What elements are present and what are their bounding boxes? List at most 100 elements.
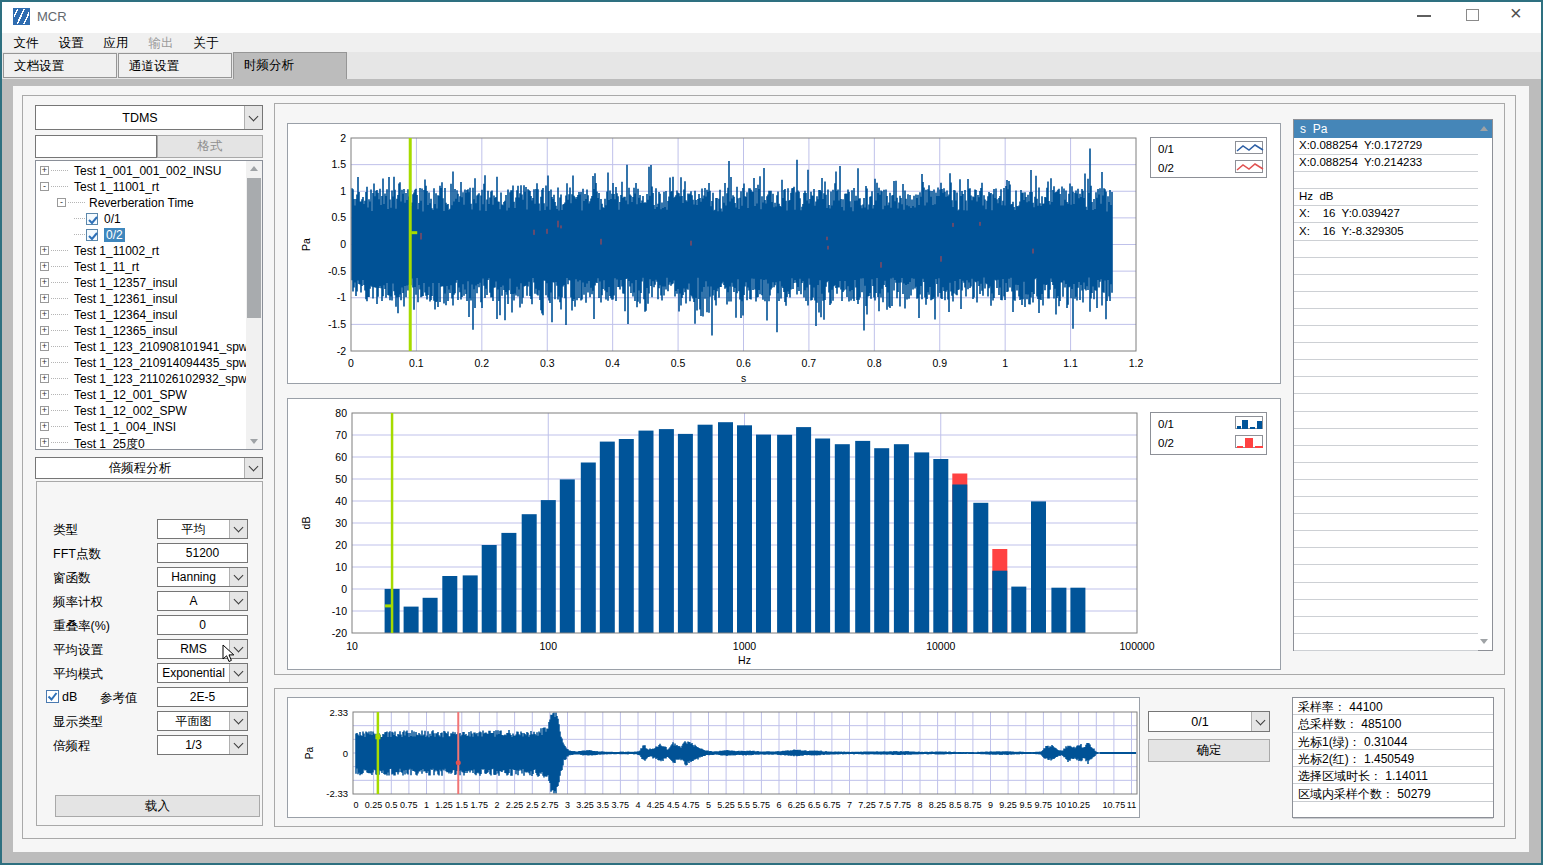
scroll-down-icon[interactable] (1480, 639, 1488, 644)
expand-icon[interactable]: + (40, 422, 49, 431)
expand-icon[interactable]: + (40, 406, 49, 415)
svg-text:1.5: 1.5 (331, 158, 346, 170)
tree-scrollbar[interactable] (246, 161, 262, 449)
chevron-down-icon[interactable] (229, 712, 247, 730)
tab-1[interactable]: 文档设置 (3, 53, 117, 78)
tree-item-label: Test 1_123_211026102932_spw (74, 372, 247, 386)
form-combo-3[interactable]: Hanning (157, 567, 248, 587)
checkbox-checked[interactable] (86, 213, 98, 225)
tree-item[interactable]: -Reverberation Time (36, 195, 246, 211)
cursor-readout-list[interactable]: s Pa X:0.088254 Y:0.172729X:0.088254 Y:0… (1293, 119, 1493, 651)
minimize-button[interactable] (1417, 15, 1431, 17)
expand-icon[interactable]: + (40, 166, 49, 175)
menu-item-1[interactable]: 文件 (6, 35, 46, 52)
readout-row: X:0.088254 Y:0.214233 (1294, 155, 1478, 172)
collapse-icon[interactable]: - (57, 198, 66, 207)
chevron-down-icon[interactable] (229, 568, 247, 586)
tab-2[interactable]: 通道设置 (118, 53, 232, 78)
tree-item[interactable]: +Test 1_123_210914094435_spw (36, 355, 246, 371)
expand-icon[interactable]: + (40, 438, 49, 447)
tree-item[interactable]: +Test 1_12357_insul (36, 275, 246, 291)
expand-icon[interactable]: + (40, 374, 49, 383)
chevron-down-icon[interactable] (229, 736, 247, 754)
svg-text:0: 0 (353, 800, 358, 810)
form-input-8[interactable]: 2E-5 (157, 687, 248, 707)
chevron-down-icon[interactable] (244, 106, 262, 129)
tree-item[interactable]: +Test 1_11002_rt (36, 243, 246, 259)
menu-item-4[interactable]: 输出 (141, 35, 181, 52)
form-combo-10[interactable]: 1/3 (157, 735, 248, 755)
collapse-icon[interactable]: - (40, 182, 49, 191)
tree-item[interactable]: +Test 1_12361_insul (36, 291, 246, 307)
svg-text:0.5: 0.5 (671, 357, 686, 369)
chevron-down-icon[interactable] (1251, 712, 1269, 731)
stats-box: 采样率： 44100总采样数： 485100光标1(绿)： 0.31044光标2… (1292, 697, 1494, 818)
tree-item[interactable]: +Test 1_12_002_SPW (36, 403, 246, 419)
tree-item[interactable]: +Test 1_12364_insul (36, 307, 246, 323)
form-input-2[interactable]: 51200 (157, 543, 248, 563)
tree-item[interactable]: +Test 1_001_001_002_INSU (36, 163, 246, 179)
tab-3[interactable]: 时频分析 (233, 52, 347, 79)
tree-item[interactable]: 0/2 (36, 227, 246, 243)
svg-text:0: 0 (348, 357, 354, 369)
form-input-5[interactable]: 0 (157, 615, 248, 635)
channel-combo[interactable]: 0/1 (1148, 711, 1270, 732)
tree-item-label: Test 1_12365_insul (74, 324, 177, 338)
readout-row: X:0.088254 Y:0.172729 (1294, 138, 1478, 155)
db-checkbox[interactable] (46, 690, 59, 703)
analysis-type-combo[interactable]: 倍频程分析 (35, 457, 263, 479)
menu-item-5[interactable]: 关于 (186, 35, 226, 52)
file-tree[interactable]: +Test 1_001_001_002_INSU-Test 1_11001_rt… (35, 160, 263, 450)
svg-text:1: 1 (340, 185, 346, 197)
tree-item[interactable]: + Test 1_123_211026102932_spw (36, 371, 246, 387)
expand-icon[interactable]: + (40, 278, 49, 287)
tree-item[interactable]: +Test 1_11_rt (36, 259, 246, 275)
readout-row (1294, 343, 1478, 360)
checkbox-checked[interactable] (86, 229, 98, 241)
svg-text:4.5: 4.5 (667, 800, 680, 810)
readout-row (1294, 377, 1478, 394)
readout-row (1294, 583, 1478, 600)
expand-icon[interactable]: + (40, 246, 49, 255)
tree-item[interactable]: -Test 1_11001_rt (36, 179, 246, 195)
confirm-button[interactable]: 确定 (1148, 739, 1270, 762)
menu-item-2[interactable]: 设置 (51, 35, 91, 52)
tree-item[interactable]: + Test 1_12365_insul (36, 323, 246, 339)
chevron-down-icon[interactable] (229, 592, 247, 610)
expand-icon[interactable]: + (40, 262, 49, 271)
svg-text:10000: 10000 (926, 640, 955, 652)
tree-item[interactable]: +Test 1_25度0 (36, 435, 246, 450)
tree-item[interactable]: +Test 1_1_004_INSI (36, 419, 246, 435)
spectrum-chart[interactable]: 1010010001000010000080706050403020100-10… (287, 398, 1281, 670)
form-combo-9[interactable]: 平面图 (157, 711, 248, 731)
overview-chart[interactable]: 00.250.50.7511.251.51.7522.252.52.7533.2… (287, 697, 1140, 818)
svg-text:Pa: Pa (300, 238, 312, 251)
expand-icon[interactable]: + (40, 326, 49, 335)
close-icon[interactable]: × (1510, 2, 1522, 25)
file-format-combo[interactable]: TDMS (35, 105, 263, 130)
svg-text:0.25: 0.25 (365, 800, 383, 810)
expand-icon[interactable]: + (40, 358, 49, 367)
expand-icon[interactable]: + (40, 310, 49, 319)
time-chart[interactable]: 00.10.20.30.40.50.60.70.80.911.11.221.51… (287, 123, 1281, 384)
svg-text:30: 30 (335, 517, 347, 529)
format-button[interactable]: 格式 (157, 135, 263, 158)
filter-input[interactable] (35, 135, 157, 158)
svg-text:-10: -10 (332, 605, 347, 617)
form-combo-4[interactable]: A (157, 591, 248, 611)
menu-item-3[interactable]: 应用 (96, 35, 136, 52)
tree-item[interactable]: +Test 1_12_001_SPW (36, 387, 246, 403)
chevron-down-icon[interactable] (244, 458, 262, 478)
expand-icon[interactable]: + (40, 294, 49, 303)
tree-item[interactable]: 0/1 (36, 211, 246, 227)
load-button[interactable]: 载入 (55, 795, 260, 817)
scroll-up-icon[interactable] (1480, 126, 1488, 131)
tree-item[interactable]: +Test 1_123_210908101941_spw (36, 339, 246, 355)
maximize-button[interactable] (1466, 9, 1479, 21)
form-combo-1[interactable]: 平均 (157, 519, 248, 539)
expand-icon[interactable]: + (40, 390, 49, 399)
chevron-down-icon[interactable] (229, 520, 247, 538)
svg-text:0: 0 (341, 583, 347, 595)
readout-row (1294, 566, 1478, 583)
expand-icon[interactable]: + (40, 342, 49, 351)
